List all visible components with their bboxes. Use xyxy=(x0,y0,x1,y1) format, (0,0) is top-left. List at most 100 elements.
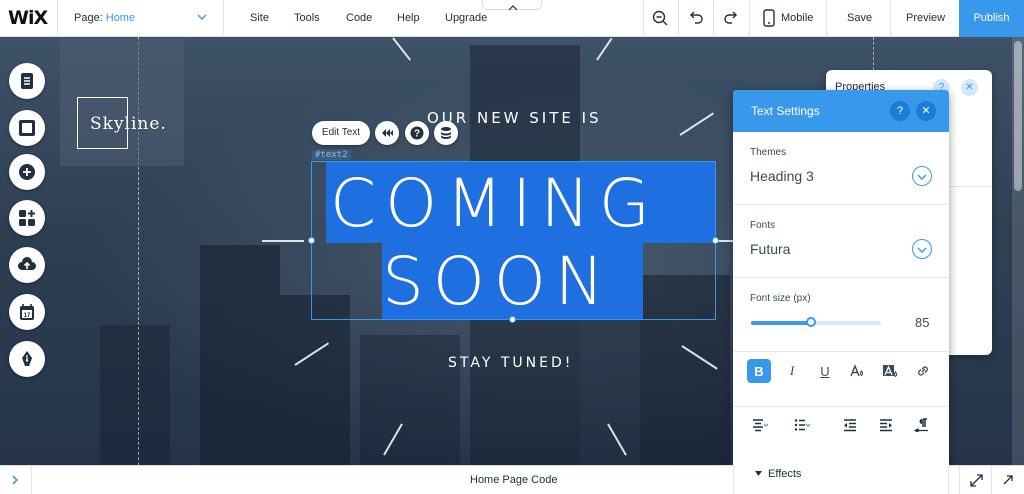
decorative-ray xyxy=(262,240,304,242)
divider xyxy=(890,0,891,37)
wix-logo: WiX xyxy=(8,7,48,29)
text-settings-close-button[interactable]: ✕ xyxy=(916,101,936,121)
menu-tools[interactable]: Tools xyxy=(294,12,320,24)
divider xyxy=(713,0,714,37)
divider xyxy=(678,0,679,37)
resize-handle-right[interactable] xyxy=(712,237,719,244)
mobile-toggle[interactable]: Mobile xyxy=(781,12,813,24)
save-button[interactable]: Save xyxy=(847,12,872,24)
themes-value[interactable]: Heading 3 xyxy=(750,168,814,184)
decorative-ray xyxy=(596,37,613,61)
font-size-slider-knob[interactable] xyxy=(805,317,816,327)
page-label: Page: xyxy=(74,12,103,24)
menu-upgrade[interactable]: Upgrade xyxy=(445,12,487,24)
resize-handle-left[interactable] xyxy=(308,237,315,244)
list-dropdown-button[interactable] xyxy=(789,415,815,435)
add-apps-button[interactable] xyxy=(9,200,45,236)
properties-close-button[interactable]: ✕ xyxy=(961,79,978,96)
stage-scrollbar[interactable] xyxy=(1012,37,1024,465)
divider xyxy=(826,0,827,37)
undo-icon[interactable] xyxy=(687,9,705,27)
themes-section[interactable]: Themes Heading 3 xyxy=(733,132,949,205)
increase-indent-button[interactable] xyxy=(873,415,899,435)
text-settings-header: Text Settings ? ✕ xyxy=(733,90,949,132)
pages-button[interactable] xyxy=(9,63,45,99)
headline-coming[interactable]: COMING xyxy=(330,165,659,242)
edit-text-button[interactable]: Edit Text xyxy=(312,121,370,145)
fonts-label: Fonts xyxy=(750,220,776,231)
underline-button[interactable]: U xyxy=(813,359,837,383)
bold-button[interactable]: B xyxy=(747,359,771,383)
animation-icon xyxy=(382,129,393,137)
bullet-list-icon xyxy=(794,419,810,431)
text-color-button[interactable] xyxy=(845,359,869,383)
svg-text:?: ? xyxy=(414,129,420,140)
page-selector-label: Page: Home xyxy=(74,12,135,24)
background-icon xyxy=(19,120,35,136)
menu-help[interactable]: Help xyxy=(397,12,420,24)
upload-icon xyxy=(18,257,36,270)
preview-button[interactable]: Preview xyxy=(906,12,945,24)
effects-section[interactable]: Effects xyxy=(733,465,949,494)
chevron-up-icon xyxy=(508,5,518,11)
chevron-down-icon xyxy=(917,247,927,253)
themes-dropdown[interactable] xyxy=(912,166,932,186)
menu-site[interactable]: Site xyxy=(250,12,269,24)
align-dropdown-button[interactable] xyxy=(747,415,773,435)
component-id-tag: #text2 xyxy=(312,150,351,160)
chevron-down-icon xyxy=(917,174,927,180)
divider xyxy=(991,466,992,494)
text-direction-icon xyxy=(914,418,928,432)
headline-bottom-text[interactable]: STAY TUNED! xyxy=(448,355,573,371)
upload-button[interactable] xyxy=(9,247,45,283)
expand-icon[interactable] xyxy=(970,474,983,487)
outdent-icon xyxy=(844,419,856,432)
page-selector[interactable]: Page: Home xyxy=(58,0,223,37)
fonts-dropdown[interactable] xyxy=(912,239,932,259)
decrease-indent-button[interactable] xyxy=(837,415,863,435)
site-logo-text[interactable]: Skyline. xyxy=(90,114,167,134)
bookings-button[interactable]: 17 xyxy=(9,294,45,330)
italic-button[interactable]: I xyxy=(780,359,804,383)
mobile-icon[interactable] xyxy=(760,9,778,27)
divider xyxy=(643,0,644,37)
stage-scroll-thumb[interactable] xyxy=(1014,41,1022,191)
text-color-icon xyxy=(850,364,864,377)
help-button[interactable]: ? xyxy=(405,121,429,145)
background-button[interactable] xyxy=(9,110,45,146)
text-settings-panel: Text Settings ? ✕ Themes Heading 3 Fonts… xyxy=(733,90,949,467)
collapse-topbar-tab[interactable] xyxy=(482,0,542,11)
animation-button[interactable] xyxy=(375,121,399,145)
link-button[interactable] xyxy=(911,359,935,383)
help-icon: ? xyxy=(410,126,424,140)
align-center-icon xyxy=(753,419,768,432)
blog-button[interactable] xyxy=(9,341,45,377)
font-size-slider[interactable] xyxy=(751,321,881,325)
publish-button[interactable]: Publish xyxy=(959,0,1024,37)
highlight-icon xyxy=(883,365,898,378)
text-direction-button[interactable] xyxy=(909,415,935,435)
chevron-right-icon[interactable] xyxy=(9,474,21,486)
fonts-section[interactable]: Fonts Futura xyxy=(733,205,949,278)
menu-code[interactable]: Code xyxy=(346,12,372,24)
resize-handle-bottom[interactable] xyxy=(509,316,516,323)
zoom-icon[interactable] xyxy=(651,9,669,27)
layers-button[interactable] xyxy=(434,121,458,145)
open-external-icon[interactable] xyxy=(1002,474,1014,486)
add-button[interactable] xyxy=(9,154,45,190)
code-panel-title: Home Page Code xyxy=(470,474,558,486)
redo-icon[interactable] xyxy=(722,9,740,27)
background-building xyxy=(280,295,350,465)
text-settings-help-button[interactable]: ? xyxy=(890,101,910,121)
divider xyxy=(749,0,750,37)
divider xyxy=(31,466,32,494)
headline-soon[interactable]: SOON xyxy=(382,243,613,320)
font-size-value[interactable]: 85 xyxy=(915,315,929,330)
background-building xyxy=(200,245,280,465)
add-apps-icon xyxy=(19,210,35,226)
highlight-button[interactable] xyxy=(878,359,902,383)
pages-icon xyxy=(21,73,33,89)
divider xyxy=(959,466,960,494)
page-value: Home xyxy=(105,12,136,24)
fonts-value[interactable]: Futura xyxy=(750,241,790,257)
